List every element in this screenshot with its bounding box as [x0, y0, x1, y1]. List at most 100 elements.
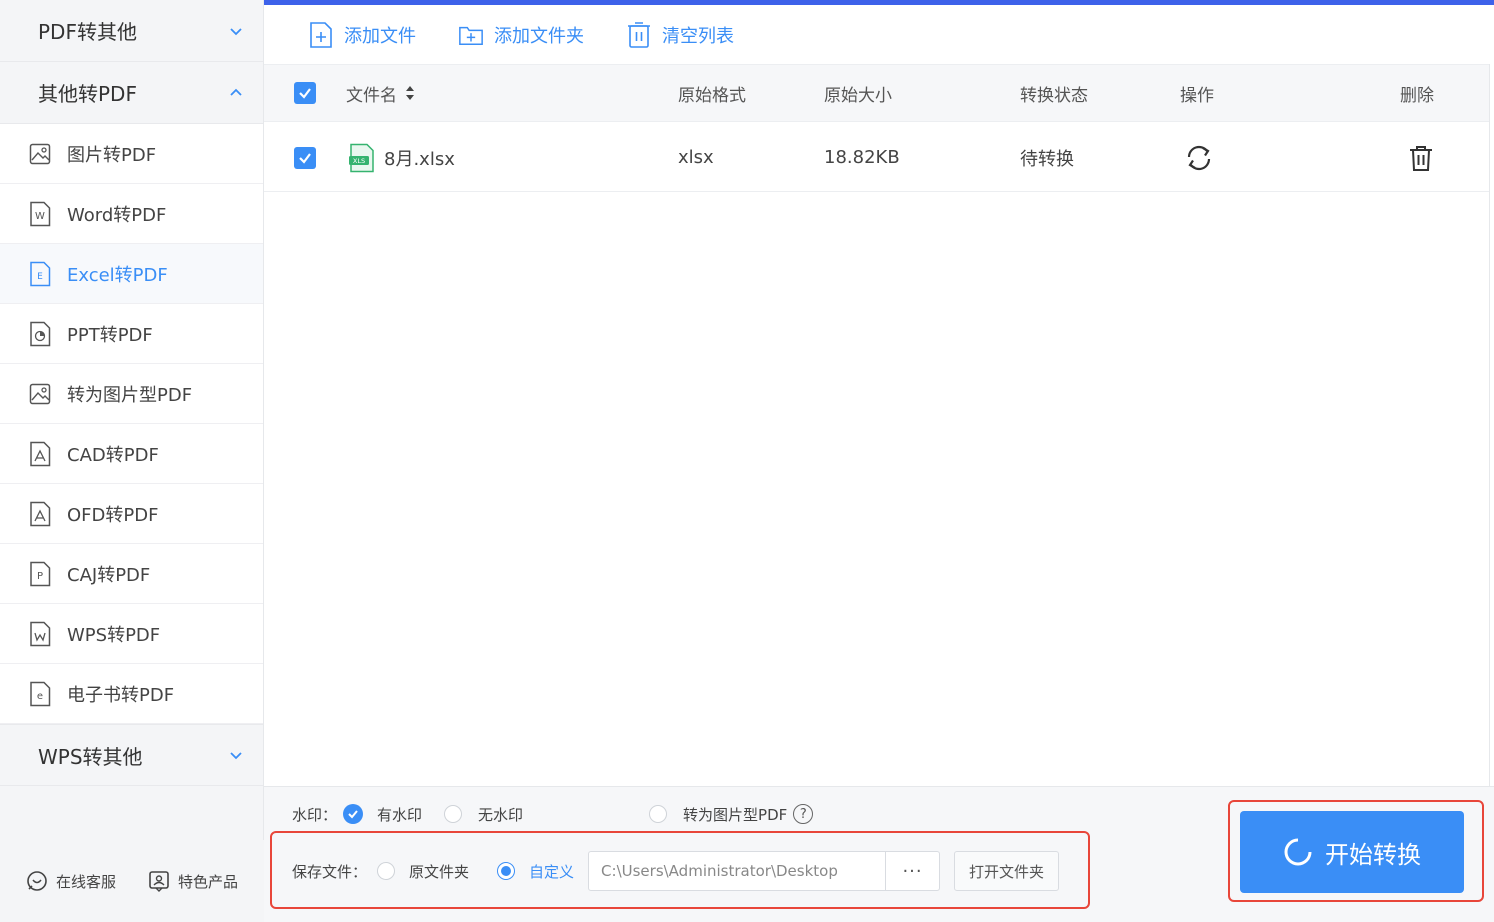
row-size: 18.82KB — [824, 147, 900, 168]
image-icon — [28, 141, 52, 167]
add-folder-button[interactable]: 添加文件夹 — [458, 21, 584, 49]
section-label: 其他转PDF — [38, 82, 137, 106]
sidebar-item-caj-to-pdf[interactable]: P CAJ转PDF — [0, 544, 263, 604]
file-table-header: 文件名 原始格式 原始大小 转换状态 操作 删除 — [264, 64, 1490, 122]
header-filename-label: 文件名 — [346, 85, 397, 106]
row-checkbox[interactable] — [294, 124, 316, 191]
sort-icon — [406, 86, 414, 100]
online-service-label: 在线客服 — [55, 872, 116, 891]
to-image-pdf-label: 转为图片型PDF — [683, 805, 788, 824]
sidebar-item-excel-to-pdf[interactable]: E Excel转PDF — [0, 244, 263, 304]
svg-text:W: W — [35, 211, 45, 222]
save-file-label: 保存文件： — [292, 862, 368, 881]
toolbar: 添加文件 添加文件夹 清空列表 — [264, 5, 1494, 65]
chat-bubble-icon — [27, 871, 47, 891]
featured-products-label: 特色产品 — [177, 872, 238, 891]
with-watermark-radio[interactable] — [343, 804, 364, 824]
output-path-input[interactable] — [588, 851, 887, 891]
no-watermark-radio[interactable] — [444, 805, 463, 823]
sidebar-item-cad-to-pdf[interactable]: CAD转PDF — [0, 424, 263, 484]
select-all-checkbox[interactable] — [294, 65, 316, 121]
word-doc-icon: W — [28, 201, 52, 227]
chevron-down-icon — [230, 27, 242, 35]
sidebar-item-ebook-to-pdf[interactable]: e 电子书转PDF — [0, 664, 263, 724]
sidebar-item-wps-to-pdf[interactable]: WPS转PDF — [0, 604, 263, 664]
help-icon[interactable]: ? — [793, 804, 814, 824]
svg-text:XLS: XLS — [353, 157, 365, 165]
add-file-label: 添加文件 — [344, 26, 416, 47]
row-format: xlsx — [678, 147, 714, 168]
delete-row-button[interactable] — [1408, 124, 1434, 191]
sidebar-item-ofd-to-pdf[interactable]: OFD转PDF — [0, 484, 263, 544]
refresh-icon — [1187, 145, 1211, 170]
section-label: PDF转其他 — [38, 20, 137, 44]
file-area-border — [1489, 64, 1490, 786]
trash-icon — [1410, 145, 1432, 171]
browse-button[interactable]: ··· — [886, 851, 941, 891]
product-badge-icon — [149, 871, 169, 892]
sidebar-item-label: WPS转PDF — [67, 624, 161, 646]
convert-row-button[interactable] — [1184, 124, 1214, 191]
sidebar-item-label: Excel转PDF — [67, 264, 168, 286]
original-folder-radio[interactable] — [377, 862, 396, 880]
chevron-up-icon — [230, 88, 242, 96]
section-wps-to-other[interactable]: WPS转其他 — [0, 724, 263, 786]
sidebar-item-image-to-pdf[interactable]: 图片转PDF — [0, 124, 263, 184]
start-convert-label: 开始转换 — [1325, 840, 1421, 869]
bottom-options-panel: 水印： 有水印 无水印 转为图片型PDF ? 保存文件： 原文件夹 自定义 ··… — [264, 786, 1494, 922]
image-icon — [28, 381, 52, 407]
original-folder-label: 原文件夹 — [409, 862, 470, 881]
custom-folder-label: 自定义 — [529, 862, 575, 881]
clear-list-button[interactable]: 清空列表 — [626, 21, 734, 49]
save-location-highlight: 保存文件： 原文件夹 自定义 ··· 打开文件夹 — [270, 831, 1090, 909]
to-image-pdf-radio[interactable] — [649, 805, 668, 823]
online-service-link[interactable]: 在线客服 — [26, 870, 116, 892]
table-row: XLS 8月.xlsx xlsx 18.82KB 待转换 — [264, 124, 1490, 192]
xlsx-file-icon: XLS — [349, 143, 374, 172]
header-format: 原始格式 — [678, 85, 746, 106]
svg-text:P: P — [37, 571, 43, 582]
header-action: 操作 — [1180, 85, 1214, 106]
sidebar-footer: 在线客服 特色产品 — [0, 840, 264, 922]
row-status: 待转换 — [1020, 148, 1074, 170]
row-filename: 8月.xlsx — [384, 148, 455, 170]
sidebar-item-label: PPT转PDF — [67, 324, 153, 346]
sidebar-item-ppt-to-pdf[interactable]: PPT转PDF — [0, 304, 263, 364]
convert-spinner-icon — [1284, 838, 1312, 866]
p-doc-icon: P — [28, 561, 52, 587]
pdf-doc-icon — [28, 441, 52, 467]
no-watermark-label: 无水印 — [478, 805, 524, 824]
sidebar: PDF转其他 其他转PDF 图片转PDF W Word转PDF E Excel转… — [0, 0, 264, 922]
clear-list-icon — [628, 22, 650, 48]
sidebar-item-label: CAJ转PDF — [67, 564, 151, 586]
clear-list-label: 清空列表 — [662, 26, 734, 47]
sidebar-item-to-image-pdf[interactable]: 转为图片型PDF — [0, 364, 263, 424]
start-convert-button[interactable]: 开始转换 — [1240, 811, 1464, 893]
sidebar-item-label: OFD转PDF — [67, 504, 159, 526]
section-other-to-pdf[interactable]: 其他转PDF — [0, 62, 263, 124]
section-pdf-to-other[interactable]: PDF转其他 — [0, 0, 263, 62]
sidebar-item-label: CAD转PDF — [67, 444, 159, 466]
add-file-icon — [310, 22, 332, 48]
sidebar-item-word-to-pdf[interactable]: W Word转PDF — [0, 184, 263, 244]
save-location-row: 保存文件： 原文件夹 自定义 ··· 打开文件夹 — [292, 851, 1060, 891]
header-filename[interactable]: 文件名 — [346, 65, 415, 121]
add-folder-icon — [459, 26, 483, 46]
ppt-doc-icon — [28, 321, 52, 347]
svg-text:e: e — [37, 691, 43, 702]
wps-doc-icon — [28, 621, 52, 647]
check-icon — [348, 810, 358, 819]
add-file-button[interactable]: 添加文件 — [308, 21, 416, 49]
ebook-doc-icon: e — [28, 681, 52, 707]
check-icon — [299, 152, 311, 164]
header-status: 转换状态 — [1020, 85, 1088, 106]
featured-products-link[interactable]: 特色产品 — [148, 870, 238, 892]
open-folder-button[interactable]: 打开文件夹 — [954, 851, 1060, 891]
with-watermark-label: 有水印 — [377, 805, 423, 824]
add-folder-label: 添加文件夹 — [494, 26, 584, 47]
watermark-row: 水印： 有水印 无水印 转为图片型PDF ? — [292, 797, 814, 831]
custom-folder-radio[interactable] — [497, 862, 516, 880]
watermark-label: 水印： — [292, 805, 338, 824]
excel-doc-icon: E — [28, 261, 52, 287]
chevron-down-icon — [230, 752, 242, 760]
